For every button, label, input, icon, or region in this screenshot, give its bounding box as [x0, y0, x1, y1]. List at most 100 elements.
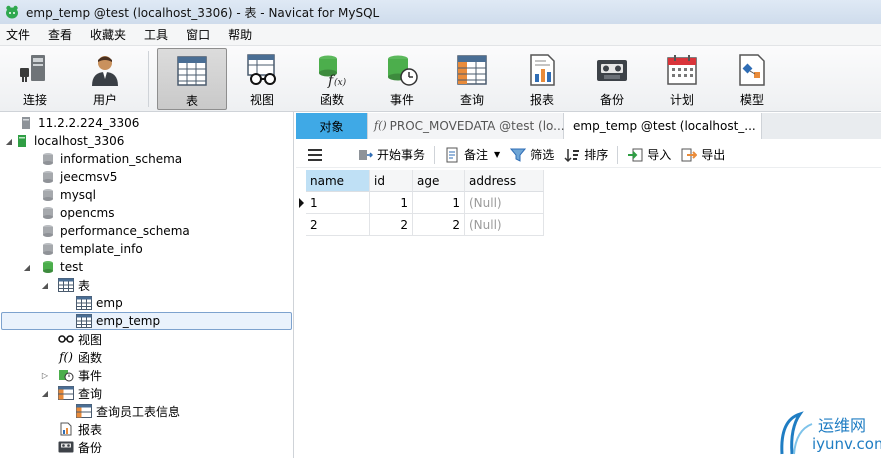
connect-button[interactable]: 连接 [0, 48, 70, 110]
menu-window[interactable]: 窗口 [177, 24, 219, 46]
table-toolbar: 开始事务 备注 ▼ 筛选 排序 导入 导出 [296, 142, 881, 168]
title-bar: emp_temp @test (localhost_3306) - 表 - Na… [0, 0, 881, 24]
tree-item-database[interactable]: mysql [0, 186, 293, 204]
tree-item-database[interactable]: jeecmsv5 [0, 168, 293, 186]
tree-item-connection-localhost[interactable]: ◢ localhost_3306 [0, 132, 293, 150]
report-button[interactable]: 报表 [507, 48, 577, 110]
server-icon [18, 115, 34, 131]
table-icon [177, 56, 207, 86]
event-clock-icon [388, 55, 418, 86]
table-icon [58, 277, 74, 293]
watermark-logo-icon [780, 411, 813, 455]
event-button[interactable]: 事件 [367, 48, 437, 110]
database-icon [40, 151, 56, 167]
expanded-arrow-icon[interactable]: ◢ [22, 262, 32, 272]
window-title: emp_temp @test (localhost_3306) - 表 - Na… [26, 5, 380, 20]
model-icon [739, 54, 765, 86]
table-cell[interactable]: 2 [306, 214, 370, 236]
table-icon [76, 295, 92, 311]
column-header-address[interactable]: address [465, 170, 544, 192]
tree-item-database[interactable]: template_info [0, 240, 293, 258]
tree-item-tables-group[interactable]: ◢ 表 [0, 276, 293, 294]
memo-button[interactable]: 备注 ▼ [439, 144, 505, 166]
table-cell[interactable]: 1 [306, 192, 370, 214]
table-cell[interactable]: (Null) [465, 192, 544, 214]
column-header-age[interactable]: age [413, 170, 465, 192]
function-icon: f() [59, 350, 73, 364]
table-cell[interactable]: 2 [370, 214, 413, 236]
expanded-arrow-icon[interactable]: ◢ [4, 136, 14, 146]
view-button[interactable]: 视图 [227, 48, 297, 110]
tree-item-connection-remote[interactable]: 11.2.2.224_3306 [0, 114, 293, 132]
plug-icon [20, 55, 45, 82]
backup-button[interactable]: 备份 [577, 48, 647, 110]
expanded-arrow-icon[interactable]: ◢ [40, 388, 50, 398]
menu-view[interactable]: 查看 [39, 24, 81, 46]
database-icon [40, 223, 56, 239]
schedule-button[interactable]: 计划 [647, 48, 717, 110]
database-icon [40, 187, 56, 203]
column-header-id[interactable]: id [370, 170, 413, 192]
collapsed-arrow-icon[interactable]: ▷ [40, 370, 50, 380]
table-cell[interactable]: 2 [413, 214, 465, 236]
sort-button[interactable]: 排序 [559, 144, 613, 166]
tree-item-table-emp[interactable]: emp [0, 294, 293, 312]
filter-icon [510, 148, 527, 162]
server-connected-icon [14, 133, 30, 149]
tab-objects[interactable]: 对象 [296, 113, 368, 139]
view-glasses-icon [58, 331, 74, 347]
tree-item-queries[interactable]: ◢ 查询 [0, 384, 293, 402]
table-cell[interactable]: 1 [413, 192, 465, 214]
tree-item-database[interactable]: performance_schema [0, 222, 293, 240]
calendar-icon [667, 55, 697, 85]
user-button[interactable]: 用户 [70, 48, 140, 110]
current-row-indicator-icon [296, 192, 306, 214]
begin-transaction-button[interactable]: 开始事务 [352, 144, 430, 166]
table-cell[interactable]: (Null) [465, 214, 544, 236]
tab-proc-movedata[interactable]: f() PROC_MOVEDATA @test (lo... [368, 113, 565, 139]
tree-item-backups[interactable]: 备份 [0, 438, 293, 456]
memo-icon [446, 147, 458, 162]
report-icon [58, 421, 74, 437]
query-icon [58, 385, 74, 401]
menu-favorites[interactable]: 收藏夹 [81, 24, 135, 46]
table-button[interactable]: 表 [157, 48, 227, 110]
table-cell[interactable]: 1 [370, 192, 413, 214]
database-open-icon [40, 259, 56, 275]
tree-item-views[interactable]: 视图 [0, 330, 293, 348]
tree-item-table-emp-temp[interactable]: emp_temp [0, 312, 293, 330]
export-button[interactable]: 导出 [676, 144, 730, 166]
tree-item-events[interactable]: ▷ 事件 [0, 366, 293, 384]
hamburger-menu-button[interactable] [296, 144, 352, 166]
column-header-name[interactable]: name [306, 170, 370, 192]
expanded-arrow-icon[interactable]: ◢ [40, 280, 50, 290]
menu-file[interactable]: 文件 [0, 24, 39, 46]
sort-icon [564, 148, 580, 162]
query-icon [76, 403, 92, 419]
dropdown-arrow-icon[interactable]: ▼ [494, 150, 500, 159]
event-clock-icon [58, 367, 74, 383]
table-icon [76, 313, 92, 329]
svg-text:(x): (x) [334, 77, 347, 88]
menu-tools[interactable]: 工具 [135, 24, 177, 46]
query-button[interactable]: 查询 [437, 48, 507, 110]
tree-item-database[interactable]: opencms [0, 204, 293, 222]
hamburger-icon [308, 148, 322, 161]
tree-item-database[interactable]: information_schema [0, 150, 293, 168]
transaction-icon [359, 149, 373, 160]
tree-item-functions[interactable]: f() 函数 [0, 348, 293, 366]
tab-emp-temp[interactable]: emp_temp @test (localhost_... [564, 113, 762, 139]
tree-item-query[interactable]: 查询员工表信息 [0, 402, 293, 420]
query-icon [457, 55, 487, 85]
menu-help[interactable]: 帮助 [219, 24, 261, 46]
tree-item-database-test[interactable]: ◢ test [0, 258, 293, 276]
main-toolbar: 连接 用户 表 视图 f (x) 函数 事件 查询 报表 备份 计划 模型 [0, 46, 881, 112]
database-icon [40, 205, 56, 221]
backup-cassette-icon [58, 439, 74, 455]
function-button[interactable]: f (x) 函数 [297, 48, 367, 110]
tree-item-reports[interactable]: 报表 [0, 420, 293, 438]
model-button[interactable]: 模型 [717, 48, 787, 110]
view-glasses-icon [247, 54, 276, 85]
import-button[interactable]: 导入 [622, 144, 676, 166]
filter-button[interactable]: 筛选 [505, 144, 559, 166]
